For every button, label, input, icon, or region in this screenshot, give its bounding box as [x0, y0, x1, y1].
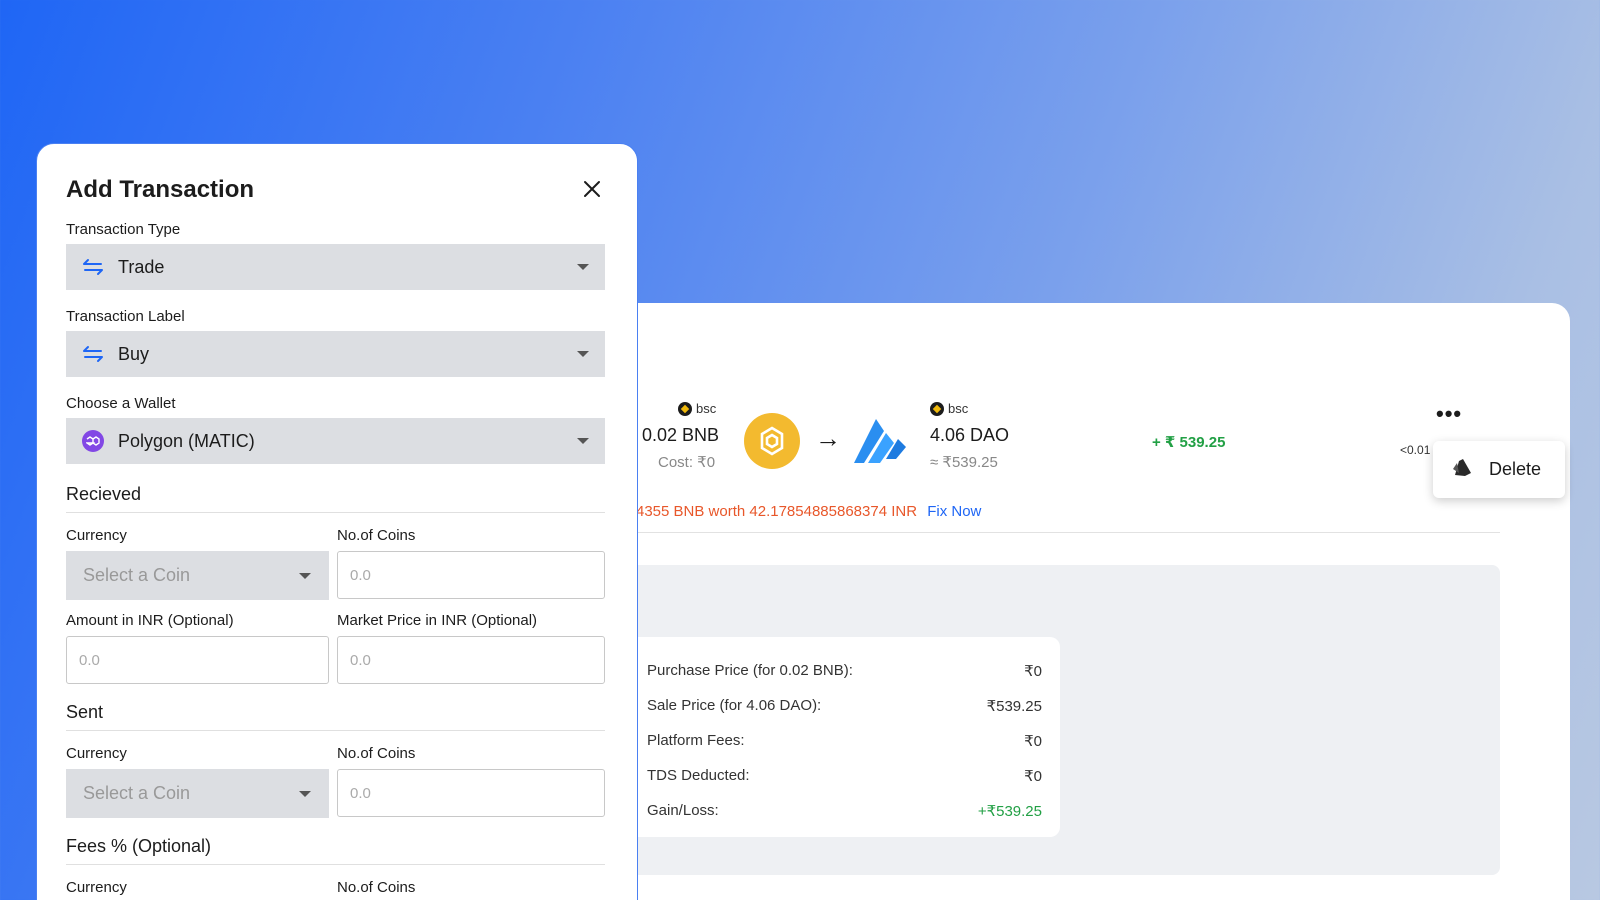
trash-icon: [1451, 455, 1475, 484]
sent-currency-label: Currency: [66, 745, 127, 762]
summary-row-fees: Platform Fees: ₹0: [647, 732, 1042, 750]
chevron-down-icon: [577, 438, 589, 444]
sent-coins-label: No.of Coins: [337, 745, 416, 762]
from-chain-badge: bsc: [678, 401, 716, 416]
polygon-icon: [82, 430, 104, 452]
sent-coins-input[interactable]: [337, 769, 605, 817]
arrow-right-icon: →: [815, 423, 841, 453]
sent-divider: [66, 730, 605, 731]
received-coins-label: No.of Coins: [337, 527, 416, 544]
summary-box: Purchase Price (for 0.02 BNB): ₹0 Sale P…: [625, 637, 1060, 837]
sent-heading: Sent: [66, 702, 104, 722]
to-amount: 4.06 DAO: [930, 425, 1010, 445]
fees-currency-label: Currency: [66, 879, 127, 896]
received-market-input[interactable]: [337, 636, 605, 684]
transaction-row: bsc 0.02 BNB Cost: ₹0 → bsc 4.06 DAO ≈ ₹…: [600, 303, 1570, 603]
summary-row-sale: Sale Price (for 4.06 DAO): ₹539.25: [647, 697, 1042, 715]
bsc-icon: [930, 401, 944, 416]
bnb-coin-icon: [744, 413, 800, 469]
chevron-down-icon: [299, 572, 311, 579]
fees-heading: Fees % (Optional): [66, 836, 212, 856]
transaction-card: bsc 0.02 BNB Cost: ₹0 → bsc 4.06 DAO ≈ ₹…: [600, 303, 1570, 900]
add-transaction-modal: Add Transaction Transaction Type Trade T…: [36, 143, 638, 900]
summary-area: Purchase Price (for 0.02 BNB): ₹0 Sale P…: [625, 565, 1500, 875]
chevron-down-icon: [577, 351, 589, 357]
more-options-icon[interactable]: •••: [1436, 401, 1462, 427]
received-currency-select[interactable]: Select a Coin: [66, 551, 329, 600]
dao-coin-icon: [850, 413, 910, 469]
received-heading: Recieved: [66, 484, 142, 504]
transaction-label-select[interactable]: Buy: [66, 331, 605, 377]
chevron-down-icon: [577, 264, 589, 270]
summary-row-purchase: Purchase Price (for 0.02 BNB): ₹0: [647, 662, 1042, 680]
to-value: ≈ ₹539.25: [930, 454, 998, 471]
divider: [630, 532, 1500, 533]
from-amount: 0.02 BNB: [642, 425, 720, 445]
from-cost: Cost: ₹0: [658, 454, 716, 471]
close-button[interactable]: [577, 174, 607, 204]
small-value: <0.01: [1400, 443, 1431, 457]
gain-value: + ₹ 539.25: [1152, 434, 1226, 451]
summary-row-gain: Gain/Loss: +₹539.25: [647, 802, 1042, 820]
sent-currency-select[interactable]: Select a Coin: [66, 769, 329, 818]
received-market-label: Market Price in INR (Optional): [337, 612, 538, 629]
warning-message: 4355 BNB worth 42.17854885868374 INR Fix…: [636, 503, 982, 520]
fees-divider: [66, 864, 605, 865]
received-amount-input[interactable]: [66, 636, 329, 684]
received-divider: [66, 512, 605, 513]
transaction-type-label: Transaction Type: [66, 221, 181, 238]
bsc-icon: [678, 401, 692, 416]
close-icon: [584, 181, 600, 197]
fees-coins-label: No.of Coins: [337, 879, 416, 896]
delete-menu-item[interactable]: Delete: [1433, 441, 1565, 498]
summary-row-tds: TDS Deducted: ₹0: [647, 767, 1042, 785]
fix-now-link[interactable]: Fix Now: [927, 503, 981, 520]
transaction-type-select[interactable]: Trade: [66, 244, 605, 290]
to-chain-badge: bsc: [930, 401, 968, 416]
wallet-select[interactable]: Polygon (MATIC): [66, 418, 605, 464]
chevron-down-icon: [299, 790, 311, 797]
modal-title: Add Transaction: [66, 176, 255, 203]
received-amount-label: Amount in INR (Optional): [66, 612, 234, 629]
swap-icon: [82, 343, 104, 365]
received-coins-input[interactable]: [337, 551, 605, 599]
transaction-label-label: Transaction Label: [66, 308, 185, 325]
received-currency-label: Currency: [66, 527, 127, 544]
wallet-label: Choose a Wallet: [66, 395, 176, 412]
swap-icon: [82, 256, 104, 278]
